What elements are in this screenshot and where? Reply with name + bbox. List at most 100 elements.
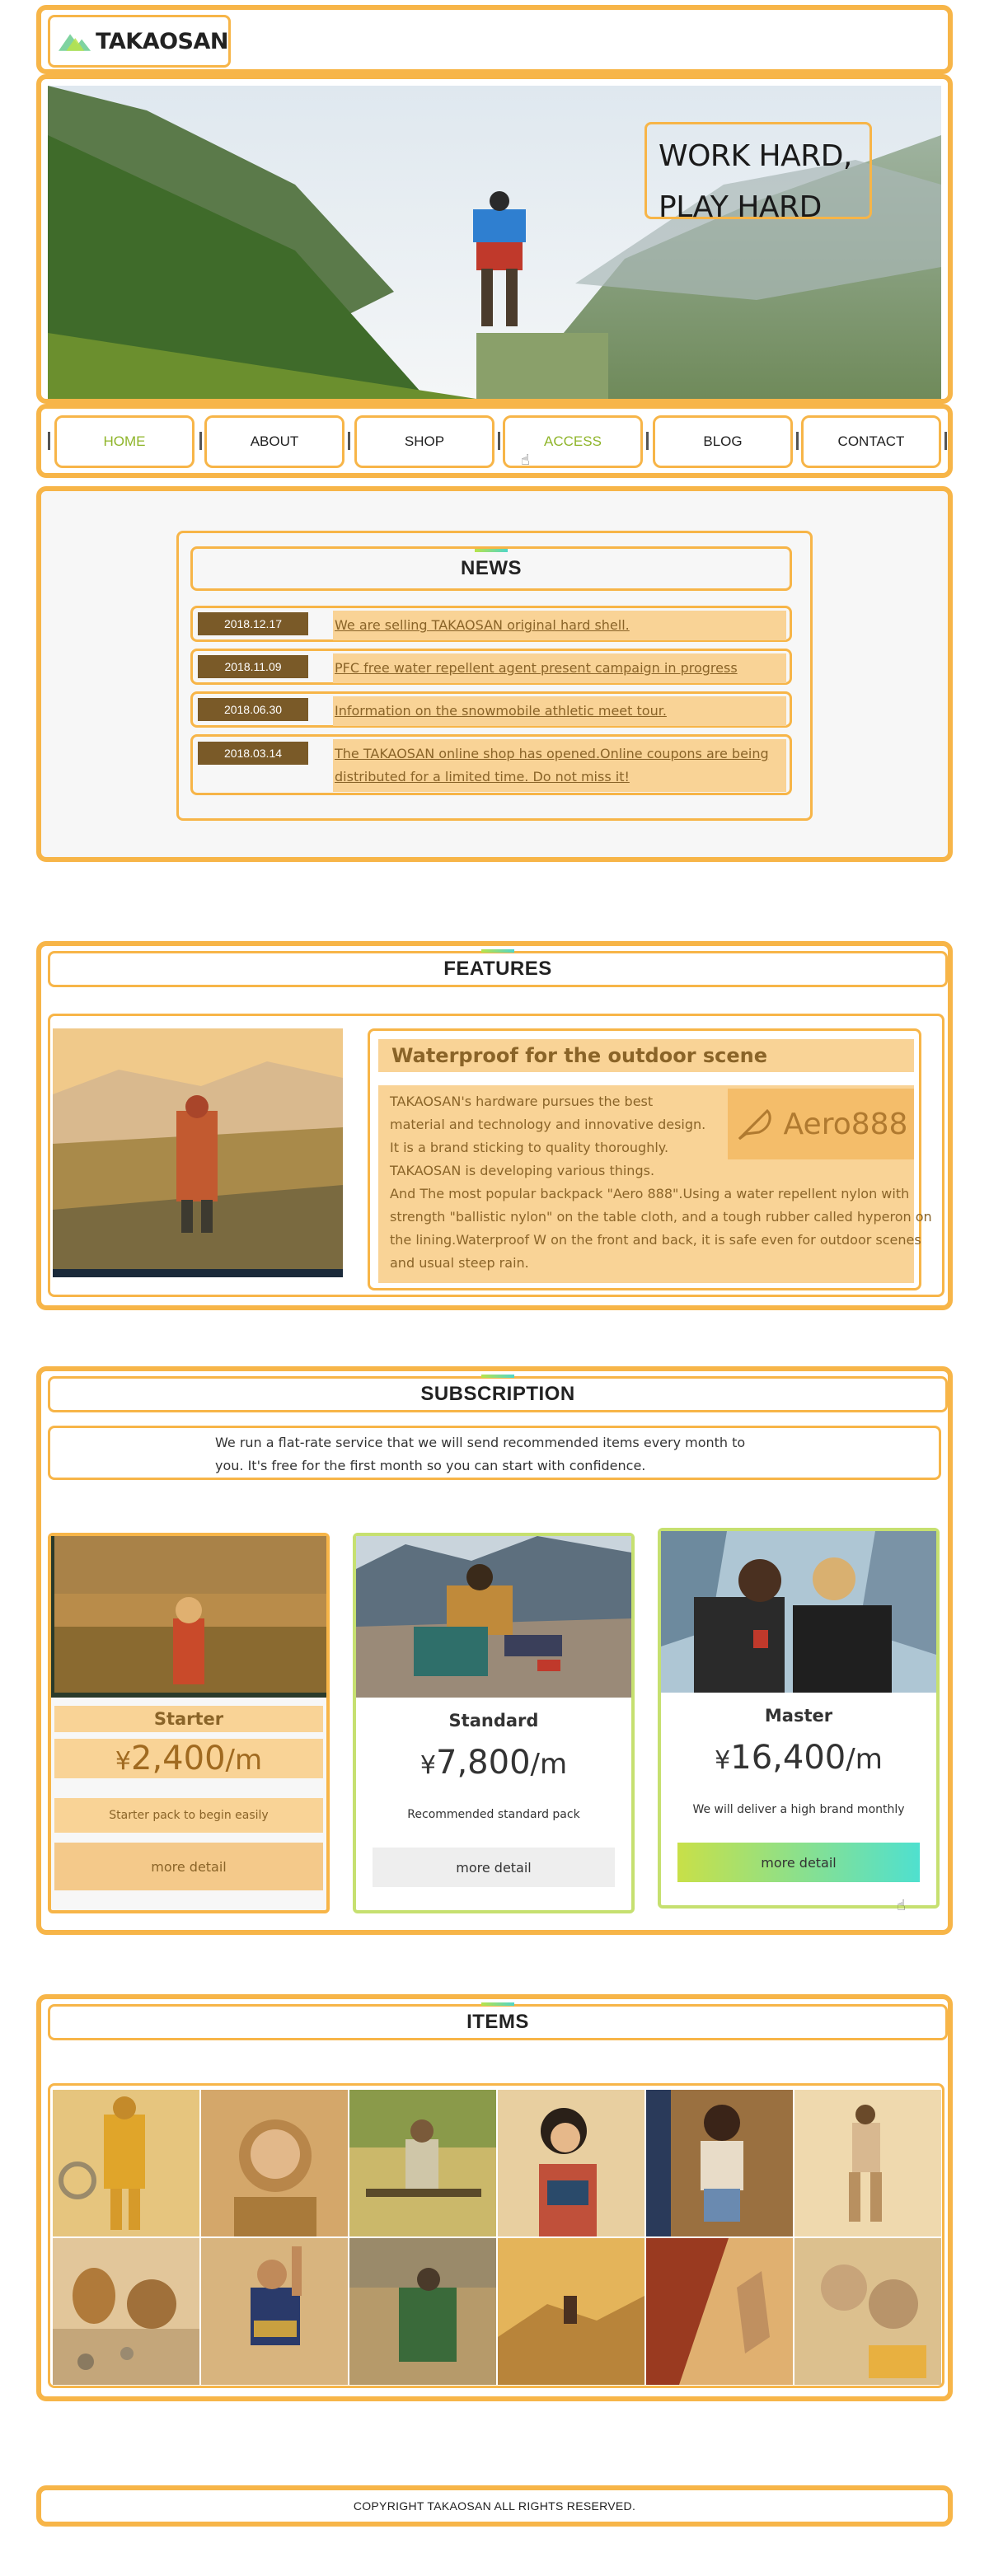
price-amount: 16,400 (730, 1739, 846, 1777)
news-item: 2018.03.14 The TAKAOSAN online shop has … (190, 734, 792, 795)
mountain-logo-icon (59, 34, 91, 51)
brand-logo[interactable]: TAKAOSAN (48, 15, 231, 68)
features-section: FEATURES Waterproof for the outdoor scen… (36, 941, 953, 1310)
hand-pointer-icon: ☝ (897, 1897, 906, 1914)
plan-name: Starter (54, 1706, 323, 1732)
news-link[interactable]: Information on the snowmobile athletic m… (333, 696, 786, 726)
news-link[interactable]: PFC free water repellent agent present c… (333, 653, 786, 683)
features-body: TAKAOSAN's hardware pursues the best mat… (378, 1085, 932, 1283)
copyright-text: COPYRIGHT TAKAOSAN ALL RIGHTS RESERVED. (353, 2499, 636, 2513)
price-period: /m (846, 1743, 883, 1776)
hand-pointer-icon: ☝ (521, 452, 530, 469)
aero-badge: Aero888 (728, 1089, 914, 1159)
news-section: NEWS 2018.12.17 We are selling TAKAOSAN … (36, 486, 953, 862)
news-item: 2018.11.09 PFC free water repellent agen… (190, 649, 792, 685)
price-period: /m (530, 1748, 568, 1781)
currency-symbol: ¥ (115, 1747, 131, 1776)
currency-symbol: ¥ (715, 1746, 731, 1775)
features-title-box: FEATURES (48, 949, 948, 987)
plan-name: Master (764, 1706, 833, 1726)
feather-icon (738, 1108, 771, 1140)
aero-label: Aero888 (783, 1107, 908, 1141)
item-thumbnail[interactable] (646, 2238, 793, 2385)
tagline-line-1: WORK HARD, (659, 139, 852, 173)
features-title: FEATURES (443, 949, 552, 980)
tagline-line-2: PLAY HARD (659, 190, 822, 224)
features-photo (53, 1028, 343, 1277)
news-item: 2018.06.30 Information on the snowmobile… (190, 691, 792, 728)
nav-item-contact[interactable]: CONTACT (801, 415, 941, 468)
nav-divider (646, 432, 649, 450)
news-link[interactable]: The TAKAOSAN online shop has opened.Onli… (333, 739, 786, 792)
news-item: 2018.12.17 We are selling TAKAOSAN origi… (190, 606, 792, 642)
features-line: the lining.Waterproof W on the front and… (390, 1232, 921, 1248)
subscription-title-box: SUBSCRIPTION (48, 1375, 948, 1412)
nav-item-blog[interactable]: BLOG (653, 415, 793, 468)
subscription-title: SUBSCRIPTION (420, 1375, 575, 1405)
price-period: /m (225, 1744, 263, 1777)
nav-divider (498, 432, 500, 450)
nav-divider (944, 432, 947, 450)
item-thumbnail[interactable] (498, 2238, 644, 2385)
nav-divider (199, 432, 202, 450)
more-detail-button[interactable]: more detail (677, 1843, 920, 1882)
plan-price: ¥16,400/m (661, 1739, 936, 1777)
more-detail-button[interactable]: more detail (373, 1848, 615, 1887)
nav-item-home[interactable]: HOME (54, 415, 195, 468)
subscription-description: We run a flat-rate service that we will … (48, 1426, 941, 1480)
item-thumbnail[interactable] (201, 2238, 348, 2385)
news-panel: NEWS 2018.12.17 We are selling TAKAOSAN … (176, 531, 813, 821)
news-date: 2018.03.14 (198, 742, 308, 765)
plan-card-standard: Standard ¥7,800/m Recommended standard p… (353, 1533, 635, 1913)
items-section: ITEMS (36, 1994, 953, 2401)
price-amount: 7,800 (436, 1744, 531, 1782)
subscription-section: SUBSCRIPTION We run a flat-rate service … (36, 1366, 953, 1935)
site-footer: COPYRIGHT TAKAOSAN ALL RIGHTS RESERVED. (36, 2485, 953, 2527)
item-thumbnail[interactable] (349, 2090, 496, 2236)
site-header: TAKAOSAN (36, 5, 953, 74)
features-line: And The most popular backpack "Aero 888"… (390, 1186, 910, 1201)
features-line: TAKAOSAN is developing various things. (390, 1163, 655, 1178)
news-date: 2018.12.17 (198, 612, 308, 635)
plan-tagline: Starter pack to begin easily (54, 1798, 323, 1833)
plan-tagline: Recommended standard pack (407, 1808, 580, 1821)
plan-image (356, 1536, 631, 1698)
features-line: and usual steep rain. (390, 1255, 529, 1271)
item-thumbnail[interactable] (53, 2238, 199, 2385)
nav-item-about[interactable]: ABOUT (204, 415, 345, 468)
items-title-box: ITEMS (48, 2002, 948, 2040)
more-detail-button[interactable]: more detail (54, 1843, 323, 1890)
features-heading: Waterproof for the outdoor scene (378, 1039, 914, 1072)
subscription-desc-line: you. It's free for the first month so yo… (215, 1458, 646, 1473)
features-line: strength "ballistic nylon" on the table … (390, 1209, 932, 1225)
hero-section: WORK HARD, PLAY HARD (36, 74, 953, 404)
brand-name: TAKAOSAN (96, 28, 228, 54)
nav-item-shop[interactable]: SHOP (354, 415, 494, 468)
news-title-box: NEWS (190, 546, 792, 591)
plan-tagline: We will deliver a high brand monthly (692, 1803, 905, 1816)
items-title: ITEMS (466, 2002, 529, 2033)
currency-symbol: ¥ (420, 1751, 436, 1780)
price-amount: 2,400 (131, 1740, 226, 1777)
news-link[interactable]: We are selling TAKAOSAN original hard sh… (333, 611, 786, 640)
item-thumbnail[interactable] (498, 2090, 644, 2236)
plan-price: ¥2,400/m (54, 1739, 323, 1778)
nav-divider (48, 432, 50, 450)
plan-card-master: Master ¥16,400/m We will deliver a high … (658, 1528, 940, 1909)
plan-name: Standard (448, 1711, 539, 1731)
item-thumbnail[interactable] (53, 2090, 199, 2236)
hero-tagline: WORK HARD, PLAY HARD (644, 122, 872, 224)
item-thumbnail[interactable] (794, 2090, 941, 2236)
news-title: NEWS (461, 549, 522, 579)
features-card: Waterproof for the outdoor scene TAKAOSA… (368, 1028, 932, 1290)
plan-card-starter: Starter ¥2,400/m Starter pack to begin e… (48, 1533, 330, 1913)
item-thumbnail[interactable] (349, 2238, 496, 2385)
nav-divider (348, 432, 350, 450)
plan-image (661, 1531, 936, 1693)
plan-image (51, 1536, 326, 1698)
nav-divider (796, 432, 799, 450)
subscription-desc-line: We run a flat-rate service that we will … (215, 1435, 746, 1450)
item-thumbnail[interactable] (646, 2090, 793, 2236)
item-thumbnail[interactable] (794, 2238, 941, 2385)
item-thumbnail[interactable] (201, 2090, 348, 2236)
